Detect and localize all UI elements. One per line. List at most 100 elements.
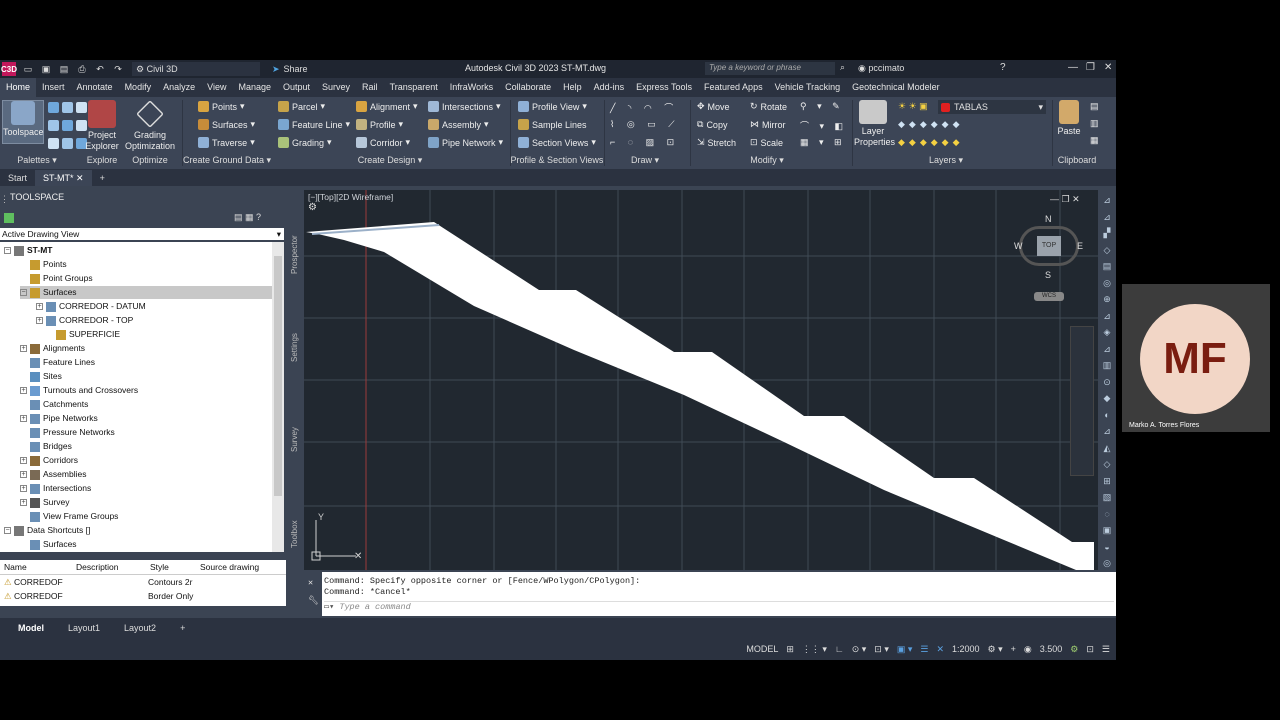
compass-s[interactable]: S xyxy=(1045,270,1051,280)
scale-button[interactable]: ⊡ Scale xyxy=(750,137,783,148)
tab-geotechnical-modeler[interactable]: Geotechnical Modeler xyxy=(846,78,946,97)
navigation-bar[interactable] xyxy=(1070,326,1094,476)
tab-infraworks[interactable]: InfraWorks xyxy=(444,78,499,97)
viewcube-top-face[interactable]: TOP xyxy=(1037,236,1061,256)
help-icon[interactable]: ? xyxy=(1000,62,1006,73)
tree-item[interactable]: − Data Shortcuts [] xyxy=(4,524,90,537)
wcs-menu[interactable]: WCS xyxy=(1034,292,1064,301)
tab-add-ins[interactable]: Add-ins xyxy=(588,78,631,97)
expand-toggle-icon[interactable]: − xyxy=(4,527,11,534)
compass-w[interactable]: W xyxy=(1014,241,1023,251)
profile-view-button[interactable]: Profile View ▾ xyxy=(518,101,587,112)
snap-icon[interactable]: ⋮⋮ ▾ xyxy=(802,644,827,655)
customize-icon[interactable]: ☰ xyxy=(1102,644,1110,655)
tab-transparent[interactable]: Transparent xyxy=(384,78,444,97)
viewcube[interactable]: TOP N S W E WCS xyxy=(1014,214,1084,310)
tree-item[interactable]: Sites xyxy=(20,370,62,383)
tree-item[interactable]: Catchments xyxy=(20,398,88,411)
tree-item[interactable]: + CORREDOR - TOP xyxy=(36,314,133,327)
stretch-button[interactable]: ⇲ Stretch xyxy=(697,137,736,148)
tab-prospector[interactable]: Prospector xyxy=(290,235,299,274)
tab-toolbox[interactable]: Toolbox xyxy=(290,520,299,548)
tree-item[interactable]: SUPERFICIE xyxy=(46,328,120,341)
save-icon[interactable]: ▣ xyxy=(40,64,52,74)
tree-item[interactable]: + Survey xyxy=(20,496,69,509)
copy-button[interactable]: ⧉ Copy xyxy=(697,119,727,130)
rotate-button[interactable]: ↻ Rotate xyxy=(750,101,787,112)
group-modify[interactable]: Modify ▾ xyxy=(740,155,794,168)
tab-manage[interactable]: Manage xyxy=(232,78,277,97)
tree-item[interactable]: + Corridors xyxy=(20,454,78,467)
group-create-design[interactable]: Create Design ▾ xyxy=(350,155,430,168)
workspace-dropdown[interactable]: ⚙ Civil 3D xyxy=(132,62,260,76)
toolspace-button[interactable]: Toolspace xyxy=(2,100,44,144)
fullscreen-icon[interactable]: ⊡ xyxy=(1086,644,1094,655)
list-row[interactable]: ⚠ CORREDOF xyxy=(4,577,63,588)
expand-toggle-icon[interactable]: + xyxy=(20,499,27,506)
draw-tools-row-3[interactable]: ⌐ ◌ ▨ ⊡ xyxy=(610,137,679,148)
move-button[interactable]: ✥ Move xyxy=(697,101,730,112)
tree-item[interactable]: − Surfaces xyxy=(20,286,272,299)
workspace-icon[interactable]: ⚙ xyxy=(1070,644,1078,655)
parcel-button[interactable]: Parcel ▾ xyxy=(278,101,325,112)
modify-extra-tools-3[interactable]: ▦ ▾ ⊞ xyxy=(800,137,846,148)
search-icon[interactable]: ⌕ xyxy=(840,62,845,73)
selection-cycling-icon[interactable]: ▣ ▾ xyxy=(897,644,913,655)
tab-express-tools[interactable]: Express Tools xyxy=(630,78,698,97)
tab-insert[interactable]: Insert xyxy=(36,78,71,97)
grading-button[interactable]: Grading ▾ xyxy=(278,137,332,148)
mirror-button[interactable]: ⋈ Mirror xyxy=(750,119,786,130)
tree-item[interactable]: + Assemblies xyxy=(20,468,86,481)
layer-tools-row-3[interactable]: ◆◆◆◆◆◆ xyxy=(898,137,964,148)
tab-view[interactable]: View xyxy=(201,78,232,97)
col-source[interactable]: Source drawing xyxy=(200,562,259,572)
pipe-network-button[interactable]: Pipe Network ▾ xyxy=(428,137,503,148)
toolspace-tools-icons[interactable]: ▤ ▦ ? xyxy=(234,212,261,223)
tree-item[interactable]: + Alignments xyxy=(20,342,85,355)
tree-item[interactable]: Points xyxy=(20,258,67,271)
draw-tools-row-1[interactable]: ╱ ◝ ◠ ⌒ xyxy=(610,101,678,114)
palette-icon-2[interactable] xyxy=(48,120,87,131)
annotation-scale-icon[interactable]: ✕ xyxy=(936,644,944,655)
assembly-button[interactable]: Assembly ▾ xyxy=(428,119,489,130)
model-space-button[interactable]: MODEL xyxy=(746,644,778,654)
toolspace-view-icon[interactable] xyxy=(4,213,14,223)
wrench-icon[interactable]: 🔧︎ xyxy=(308,596,319,606)
tree-item[interactable]: Bridges xyxy=(20,440,72,453)
tab-help[interactable]: Help xyxy=(557,78,588,97)
alignment-button[interactable]: Alignment ▾ xyxy=(356,101,418,112)
col-name[interactable]: Name xyxy=(4,562,27,572)
tab-annotate[interactable]: Annotate xyxy=(71,78,119,97)
tab-layout1[interactable]: Layout1 xyxy=(56,618,112,638)
grading-optimization-button[interactable]: Grading Optimization xyxy=(124,100,176,152)
layer-dropdown[interactable]: TABLAS ▾ xyxy=(938,100,1046,114)
clipboard-tools[interactable]: ▤ ▥ ▦ xyxy=(1090,101,1099,146)
surfaces-button[interactable]: Surfaces ▾ xyxy=(198,119,255,130)
tool-icons-column[interactable]: ⊿ ⊿ ▞ ◇ ▤ ◎ ⊕ ⊿ ◈ ⊿ ▥ ⊙ ◆ ◐ ⊿ ◭ ◇ ⊞ ▧ ◌ ▣ ◒ ◎ xyxy=(1098,190,1116,572)
units-icon[interactable]: ◉ xyxy=(1024,644,1032,655)
tree-item[interactable]: View Frame Groups xyxy=(20,510,118,523)
feature-line-button[interactable]: Feature Line ▾ xyxy=(278,119,350,130)
tree-scrollbar[interactable] xyxy=(272,242,284,552)
tab-vehicle-tracking[interactable]: Vehicle Tracking xyxy=(769,78,847,97)
tree-item[interactable]: Surfaces xyxy=(20,538,77,551)
tab-output[interactable]: Output xyxy=(277,78,316,97)
redo-icon[interactable]: ↷ xyxy=(112,64,124,74)
tab-collaborate[interactable]: Collaborate xyxy=(499,78,557,97)
restore-icon[interactable]: ❐ xyxy=(1086,62,1095,73)
tab-start[interactable]: Start xyxy=(0,170,35,186)
layer-state-icons[interactable]: ☀ ☀ ▣ xyxy=(898,101,928,112)
points-button[interactable]: Points ▾ xyxy=(198,101,245,112)
viewport-menu-icon[interactable]: ⚙ xyxy=(308,202,317,213)
expand-toggle-icon[interactable]: + xyxy=(20,471,27,478)
undo-icon[interactable]: ↶ xyxy=(94,64,106,74)
tab-featured-apps[interactable]: Featured Apps xyxy=(698,78,769,97)
print-icon[interactable]: ⎙ xyxy=(76,64,88,74)
view-selector[interactable]: Active Drawing View ▾ xyxy=(0,228,284,240)
tree-item[interactable]: + Turnouts and Crossovers xyxy=(20,384,138,397)
group-palettes[interactable]: Palettes ▾ xyxy=(0,155,74,168)
compass-e[interactable]: E xyxy=(1077,241,1083,251)
lineweight-value[interactable]: 3.500 xyxy=(1040,644,1063,654)
share-button[interactable]: ➤ Share xyxy=(272,64,308,75)
expand-toggle-icon[interactable]: + xyxy=(20,415,27,422)
